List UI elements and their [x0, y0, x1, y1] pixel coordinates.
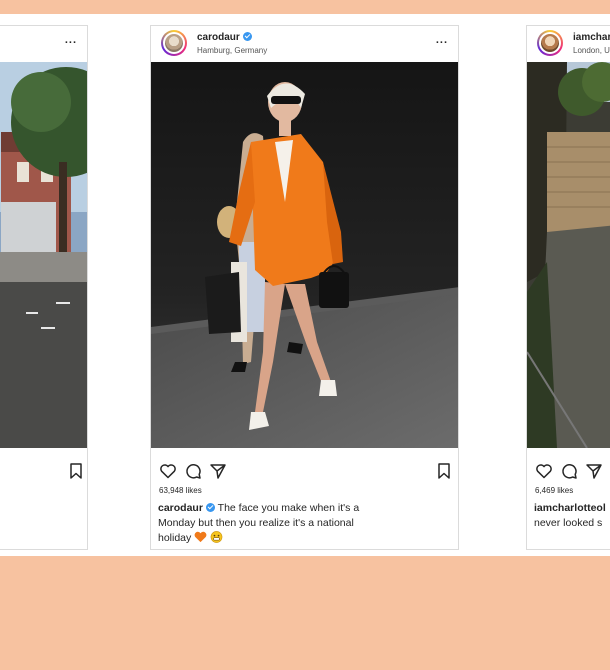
verified-badge-icon [205, 503, 215, 512]
post-photo[interactable] [0, 62, 87, 448]
avatar[interactable] [161, 30, 187, 56]
post-card-right: iamcharlo London, Uni [526, 25, 610, 550]
share-icon[interactable] [585, 462, 603, 480]
post-caption: carodaur The face you make when it's a M… [158, 501, 373, 546]
likes-count[interactable]: 63,948 likes [159, 486, 202, 495]
orange-heart-emoji-icon [194, 531, 207, 543]
more-options-icon[interactable]: ... [65, 34, 77, 46]
heart-icon[interactable] [535, 462, 553, 480]
post-caption: iamcharlotteol never looked s [534, 501, 610, 531]
caption-username[interactable]: carodaur [158, 502, 203, 514]
post-actions [527, 462, 610, 484]
post-photo[interactable] [151, 62, 458, 448]
bookmark-icon[interactable] [67, 462, 85, 480]
post-actions [0, 462, 87, 484]
post-username[interactable]: carodaur [197, 32, 252, 43]
comment-icon[interactable] [184, 462, 202, 480]
post-header: carodaur Hamburg, Germany ... [151, 26, 458, 62]
post-username[interactable]: iamcharlo [573, 32, 610, 43]
verified-badge-icon [242, 32, 252, 41]
avatar[interactable] [537, 30, 563, 56]
post-location[interactable]: Hamburg, Germany [197, 46, 267, 55]
comment-icon[interactable] [560, 462, 578, 480]
feed-strip: ... carodaur Hamburg, Germany ... 63,948… [0, 14, 610, 556]
post-photo[interactable] [527, 62, 610, 448]
avatar-photo [165, 34, 183, 52]
grinning-emoji-icon [210, 531, 223, 543]
caption-text: never looked s [534, 517, 603, 529]
post-actions [151, 462, 458, 484]
avatar-photo [541, 34, 559, 52]
post-header: ... [0, 26, 87, 62]
post-header: iamcharlo London, Uni [527, 26, 610, 62]
more-options-icon[interactable]: ... [436, 34, 448, 46]
post-location[interactable]: London, Uni [573, 46, 610, 55]
username-text[interactable]: carodaur [197, 32, 240, 43]
likes-count[interactable]: 6,469 likes [535, 486, 573, 495]
share-icon[interactable] [209, 462, 227, 480]
post-card-center: carodaur Hamburg, Germany ... 63,948 lik… [150, 25, 459, 550]
post-card-left: ... [0, 25, 88, 550]
bookmark-icon[interactable] [435, 462, 453, 480]
heart-icon[interactable] [159, 462, 177, 480]
caption-username[interactable]: iamcharlotteol [534, 502, 606, 514]
